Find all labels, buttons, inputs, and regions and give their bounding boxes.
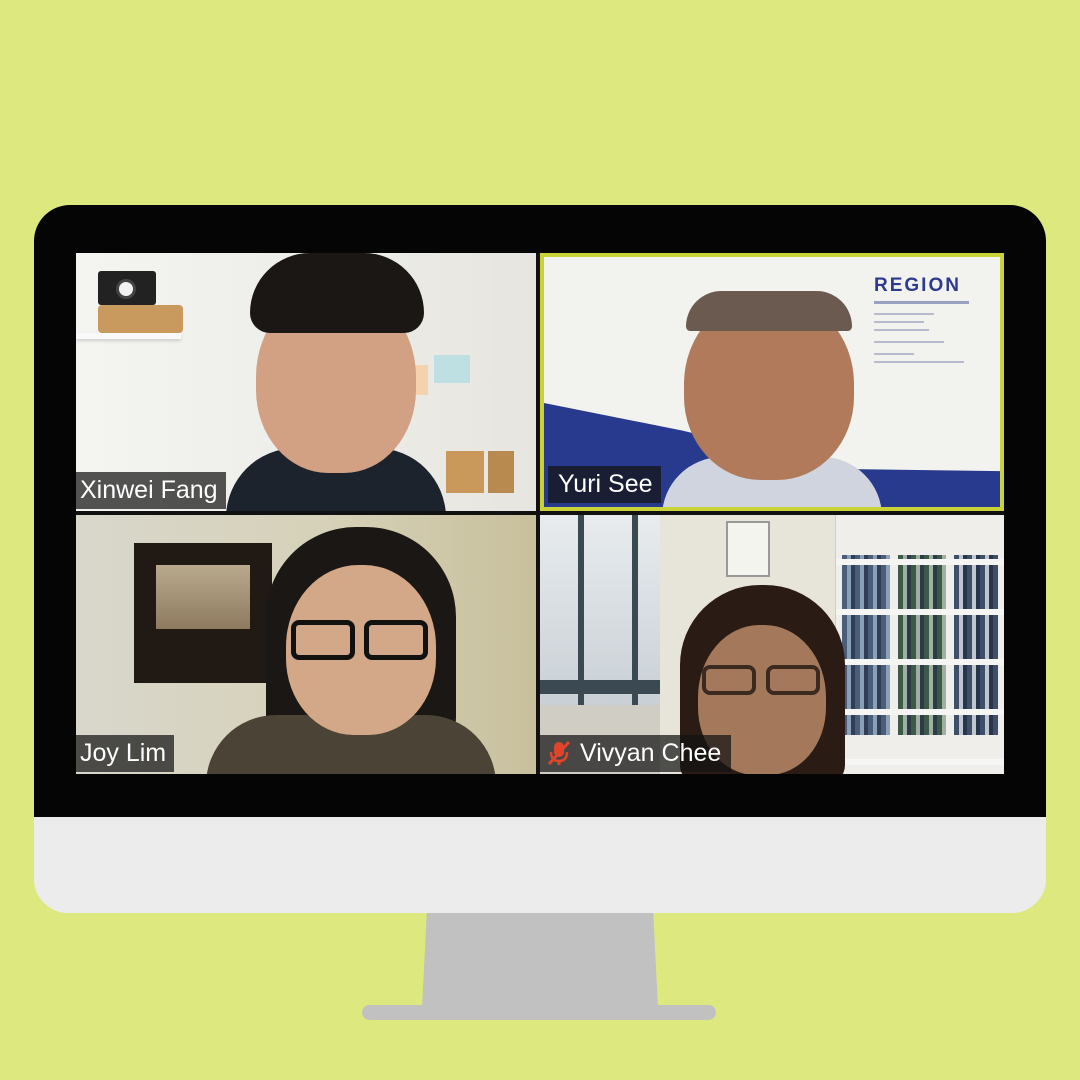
address-line xyxy=(874,321,924,323)
participant-name-label: Joy Lim xyxy=(76,735,175,772)
sticky-note xyxy=(434,355,470,383)
address-line xyxy=(874,341,944,343)
bookshelf xyxy=(836,515,1004,774)
region-logo: REGION xyxy=(874,275,961,296)
monitor-stand-neck xyxy=(422,913,658,1008)
glasses xyxy=(291,620,355,660)
address-line xyxy=(874,361,964,363)
wooden-box xyxy=(98,305,183,333)
address-line xyxy=(874,313,934,315)
participant-tile-vivyan-chee[interactable]: Vivyan Chee xyxy=(540,515,1004,774)
monitor-chin xyxy=(34,817,1046,913)
glasses xyxy=(766,665,820,695)
window-frame xyxy=(578,515,584,705)
window-frame xyxy=(540,680,660,694)
pencil-holder xyxy=(488,451,514,493)
window-frame xyxy=(632,515,638,705)
participant-name-text: Vivyan Chee xyxy=(580,739,722,767)
participant-tile-joy-lim[interactable]: Joy Lim xyxy=(76,515,536,774)
camera-decoration xyxy=(98,271,156,305)
participant-name-label: Vivyan Chee xyxy=(540,735,732,772)
participant-name-label: Yuri See xyxy=(548,466,661,503)
wall-frame xyxy=(726,521,770,577)
video-call-gallery: Xinwei Fang REGION Yuri See Joy Lim Vivy… xyxy=(76,253,1004,774)
microphone-muted-icon xyxy=(547,740,571,766)
logo-subtitle-line xyxy=(874,301,969,304)
monitor-stand-base xyxy=(362,1005,716,1020)
participant-tile-xinwei-fang[interactable]: Xinwei Fang xyxy=(76,253,536,511)
address-line xyxy=(874,329,929,331)
participant-name-label: Xinwei Fang xyxy=(76,472,226,509)
glasses xyxy=(702,665,756,695)
window xyxy=(540,515,660,705)
picture-frame xyxy=(134,543,272,683)
glasses xyxy=(364,620,428,660)
address-line xyxy=(874,353,914,355)
participant-tile-yuri-see[interactable]: REGION Yuri See xyxy=(540,253,1004,511)
pencil-holder xyxy=(446,451,484,493)
shelf xyxy=(76,333,181,339)
